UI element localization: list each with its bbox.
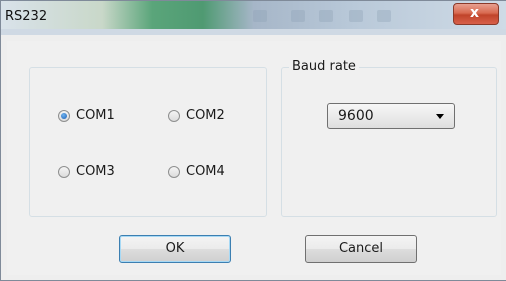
radio-com4[interactable]: COM4	[168, 164, 225, 179]
radio-label-com4: COM4	[186, 164, 225, 179]
ok-button[interactable]: OK	[119, 235, 231, 263]
radio-com1[interactable]: COM1	[58, 108, 115, 123]
radio-label-com3: COM3	[76, 164, 115, 179]
baud-rate-group	[281, 67, 497, 217]
radio-unselected-icon	[168, 165, 180, 178]
toolbar-ghost-icon	[349, 10, 363, 22]
window-title: RS232	[5, 9, 48, 24]
radio-unselected-icon	[168, 109, 180, 122]
dialog-client-area: COM1 COM2 COM3 COM4 Baud rate 9600 OK Ca…	[7, 41, 501, 275]
radio-label-com2: COM2	[186, 108, 225, 123]
close-button[interactable]: x	[453, 3, 499, 25]
radio-com3[interactable]: COM3	[58, 164, 115, 179]
radio-com2[interactable]: COM2	[168, 108, 225, 123]
chevron-down-icon	[436, 114, 444, 119]
toolbar-ghost-icon	[319, 10, 333, 22]
baud-rate-label: Baud rate	[289, 59, 359, 74]
com-port-group: COM1 COM2 COM3 COM4	[29, 67, 267, 217]
baud-rate-value: 9600	[338, 108, 374, 124]
toolbar-ghost-icon	[291, 10, 305, 22]
cancel-button[interactable]: Cancel	[305, 235, 417, 263]
title-bar[interactable]: RS232 x	[1, 1, 506, 35]
rs232-dialog: RS232 x COM1 COM2 COM3 COM4 Baud rate 96…	[0, 0, 506, 281]
baud-rate-select[interactable]: 9600	[327, 103, 455, 129]
radio-selected-icon	[58, 109, 70, 122]
toolbar-ghost-icon	[253, 10, 267, 22]
radio-label-com1: COM1	[76, 108, 115, 123]
toolbar-ghost-icon	[377, 10, 391, 22]
close-icon: x	[470, 5, 480, 21]
radio-unselected-icon	[58, 165, 70, 178]
